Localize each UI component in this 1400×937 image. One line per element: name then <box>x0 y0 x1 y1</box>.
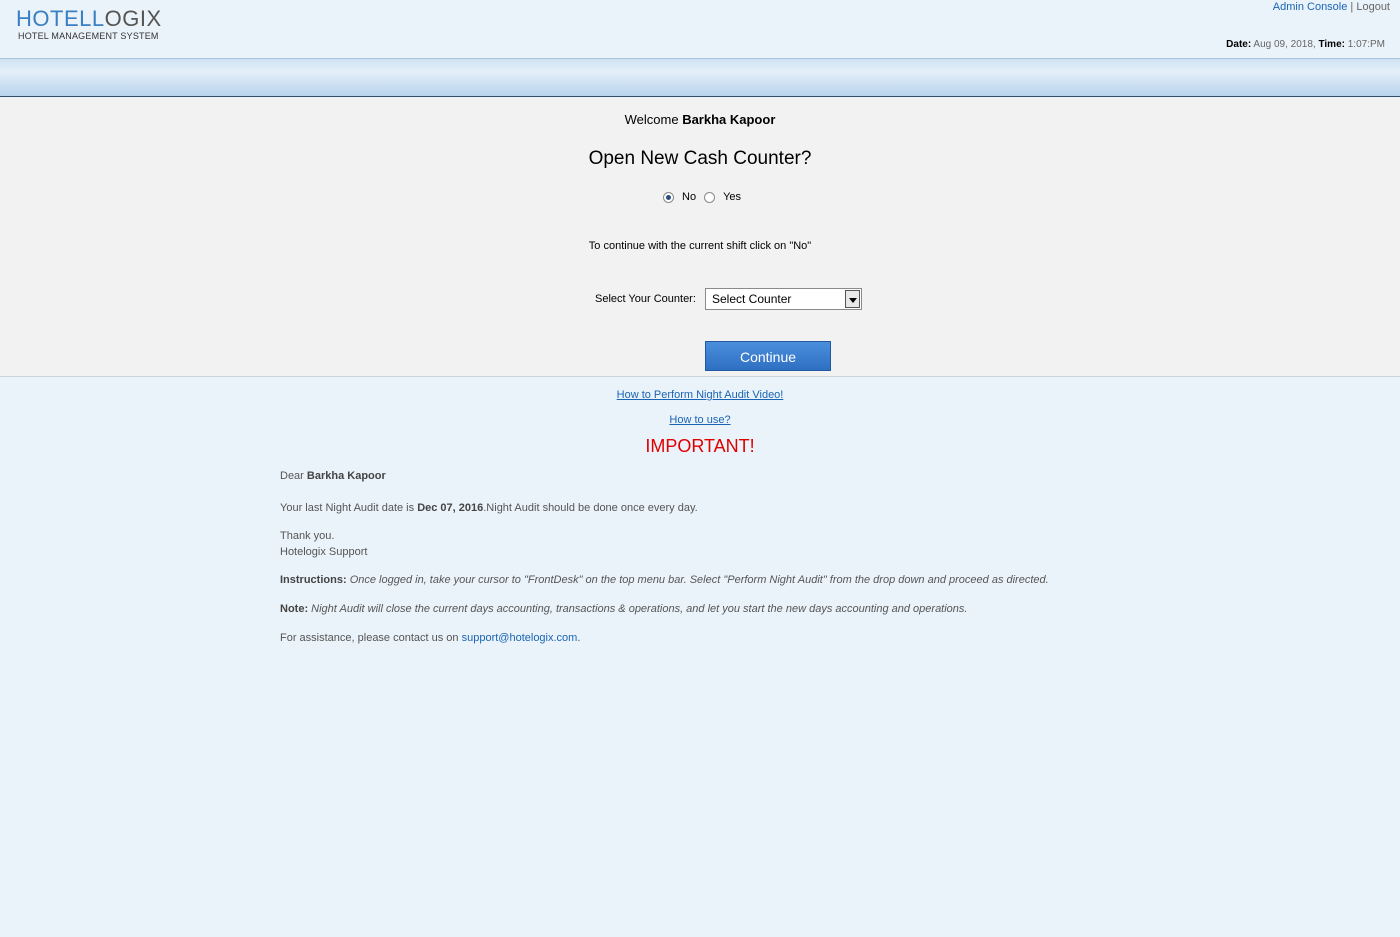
hotelogix-logo: HOTELLOGIX HOTEL MANAGEMENT SYSTEM <box>16 6 162 41</box>
signature-line: Hotelogix Support <box>280 546 368 558</box>
night-audit-video-link-row: How to Perform Night Audit Video! <box>0 389 1400 401</box>
logo-subtitle: HOTEL MANAGEMENT SYSTEM <box>18 31 159 41</box>
radio-no-label[interactable]: No <box>682 191 696 203</box>
counter-select[interactable]: Select Counter <box>705 288 862 310</box>
link-separator: | <box>1350 1 1354 13</box>
radio-yes[interactable] <box>704 191 716 203</box>
welcome-user-name: Barkha Kapoor <box>682 112 776 127</box>
last-audit-suffix: .Night Audit should be done once every d… <box>483 502 698 514</box>
instructions-label: Instructions: <box>280 574 347 586</box>
radio-yes-label[interactable]: Yes <box>723 191 741 203</box>
continue-button[interactable]: Continue <box>705 341 831 371</box>
how-to-use-link-row: How to use? <box>0 414 1400 426</box>
welcome-prefix: Welcome <box>624 112 679 127</box>
last-audit-line: Your last Night Audit date is Dec 07, 20… <box>280 502 698 514</box>
top-menu-bar <box>0 58 1400 98</box>
radio-no[interactable] <box>663 191 674 203</box>
continue-shift-note: To continue with the current shift click… <box>588 240 812 252</box>
logo-l-text: L <box>91 6 105 31</box>
dear-text: Dear <box>280 470 304 482</box>
note-label: Note: <box>280 603 309 615</box>
logout-link[interactable]: Logout <box>1356 1 1390 13</box>
welcome-message: Welcome Barkha Kapoor <box>0 112 1400 127</box>
instructions-text: Once logged in, take your cursor to "Fro… <box>349 574 1049 586</box>
logo-hotel-text: HOTEL <box>16 6 92 31</box>
assistance-suffix: . <box>577 632 581 644</box>
admin-console-link[interactable]: Admin Console <box>1273 1 1348 13</box>
date-time: Date: Aug 09, 2018, Time: 1:07:PM <box>1226 39 1385 50</box>
assistance-prefix: For assistance, please contact us on <box>280 632 459 644</box>
night-audit-video-link[interactable]: How to Perform Night Audit Video! <box>617 389 784 401</box>
dear-line: Dear Barkha Kapoor <box>280 470 386 482</box>
notice-user-name: Barkha Kapoor <box>306 470 386 482</box>
logo-ogix-text: OGIX <box>104 6 162 31</box>
assistance-line: For assistance, please contact us on sup… <box>280 632 580 644</box>
time-label: Time: <box>1318 39 1345 50</box>
counter-select-label: Select Your Counter: <box>595 293 696 305</box>
last-audit-date: Dec 07, 2016 <box>417 502 484 514</box>
cash-counter-panel: Welcome Barkha Kapoor Open New Cash Coun… <box>0 97 1400 377</box>
note-line: Note: Night Audit will close the current… <box>280 603 967 615</box>
counter-select-value: Select Counter <box>712 292 792 306</box>
header: HOTELLOGIX HOTEL MANAGEMENT SYSTEM Admin… <box>0 0 1400 58</box>
date-value: Aug 09, 2018, <box>1253 39 1316 50</box>
open-cash-counter-question: Open New Cash Counter? <box>588 148 812 169</box>
instructions-line: Instructions: Once logged in, take your … <box>280 574 1049 586</box>
cash-counter-radio-group: No Yes <box>663 191 749 203</box>
how-to-use-link[interactable]: How to use? <box>669 414 730 426</box>
logo-wordmark: HOTELLOGIX <box>16 6 162 32</box>
date-label: Date: <box>1226 39 1252 50</box>
time-value: 1:07:PM <box>1347 39 1385 50</box>
top-links: Admin Console | Logout <box>1273 1 1390 13</box>
support-email-link[interactable]: support@hotelogix.com <box>462 632 578 644</box>
thank-you-line: Thank you. <box>280 530 335 542</box>
last-audit-prefix: Your last Night Audit date is <box>280 502 415 514</box>
important-heading: IMPORTANT! <box>645 436 755 456</box>
note-text: Night Audit will close the current days … <box>311 603 968 615</box>
chevron-down-icon[interactable] <box>845 290 860 308</box>
